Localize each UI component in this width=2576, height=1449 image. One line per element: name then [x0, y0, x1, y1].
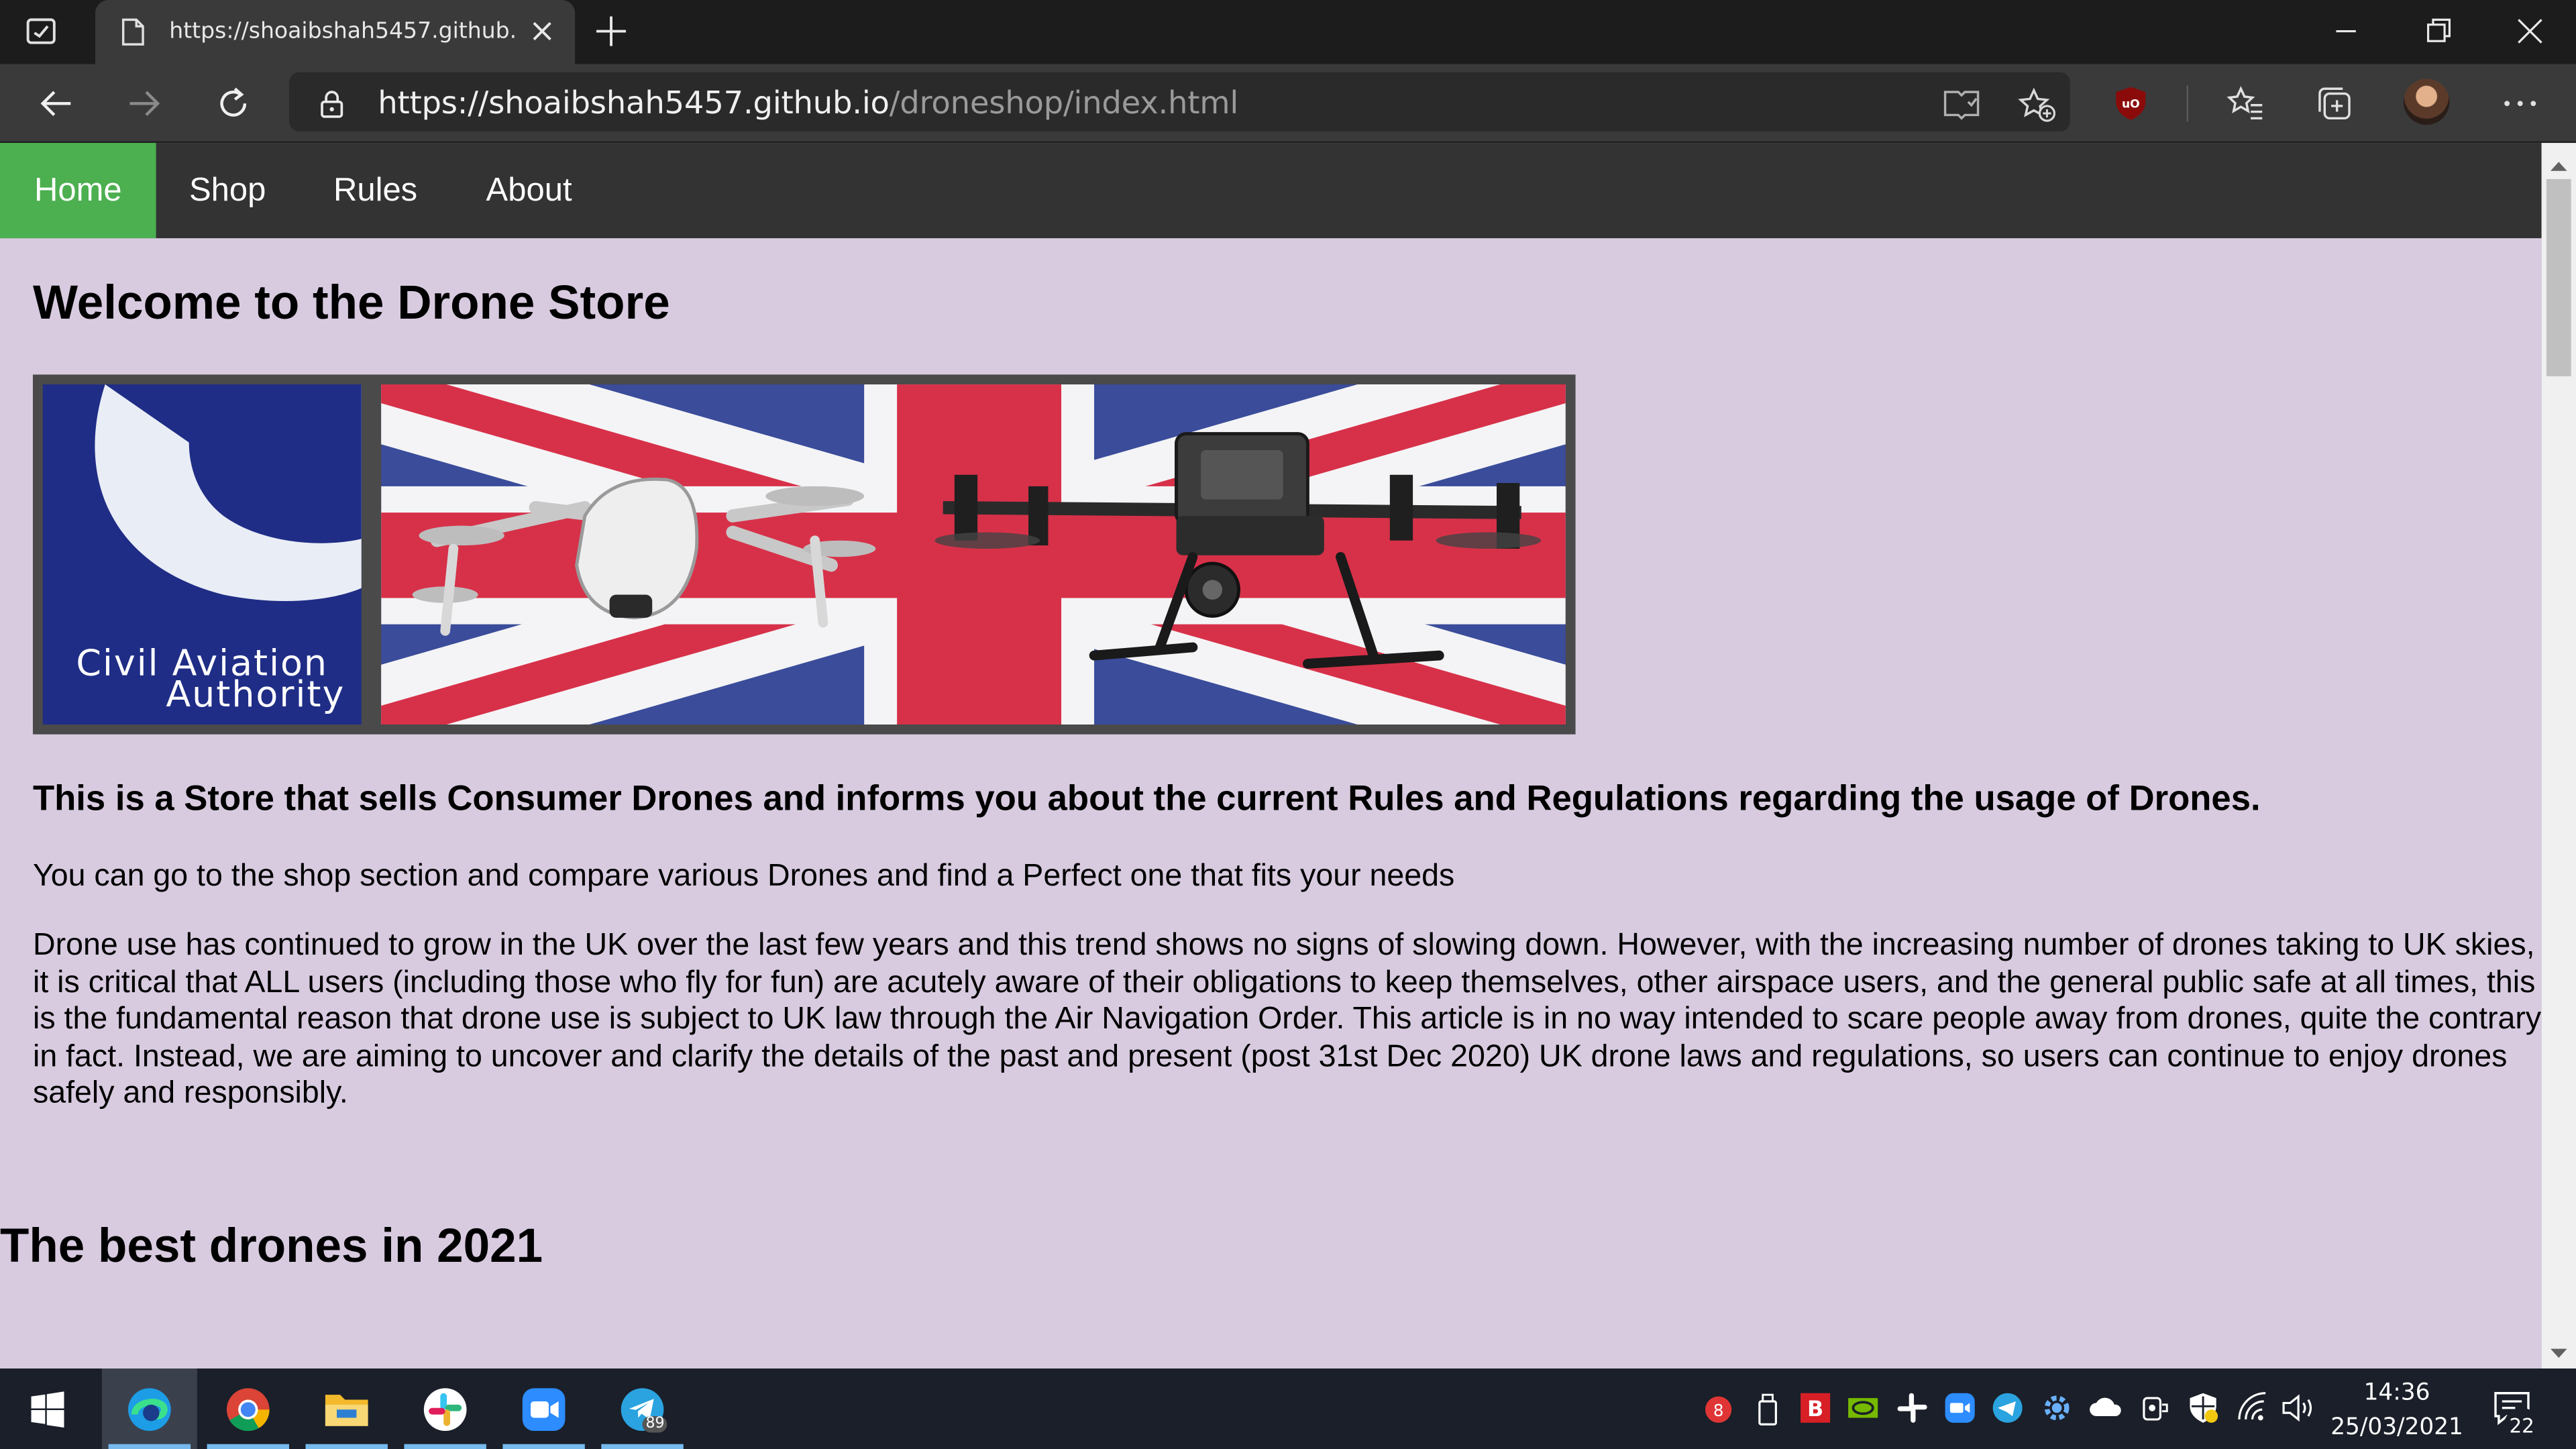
telegram-tray-icon[interactable] — [1991, 1391, 2024, 1432]
caa-logo-line2: Authority — [166, 673, 345, 715]
windows-start-icon[interactable] — [0, 1368, 95, 1449]
file-explorer-icon[interactable] — [299, 1368, 394, 1449]
url-text: https://shoaibshah5457.github.io/dronesh… — [378, 85, 1238, 121]
telegram-unread-badge: 89 — [642, 1416, 668, 1433]
volume-icon[interactable] — [2280, 1391, 2316, 1432]
page-scrollbar[interactable] — [2541, 143, 2576, 1369]
screen: https://shoaibshah5457.github.io/dronesh… — [0, 0, 2576, 1449]
refresh-icon[interactable] — [213, 84, 253, 131]
favorites-icon[interactable] — [2226, 84, 2265, 131]
clock-date: 25/03/2021 — [2330, 1414, 2463, 1441]
browser-toolbar: https://shoaibshah5457.github.io/dronesh… — [0, 64, 2576, 142]
scroll-down-icon[interactable] — [2550, 1339, 2568, 1368]
union-flag — [381, 384, 1566, 725]
settings-gear-icon[interactable] — [2041, 1391, 2074, 1432]
onedrive-icon[interactable] — [2088, 1391, 2125, 1432]
banner-graphic: Civil Aviation Authority — [42, 384, 1566, 725]
edge-icon[interactable] — [101, 1368, 197, 1449]
url-host: https://shoaibshah5457.github.io — [378, 85, 890, 122]
nav-about[interactable]: About — [451, 143, 606, 238]
notification-count: 22 — [2504, 1407, 2540, 1444]
site-nav: Home Shop Rules About — [0, 143, 2542, 239]
forward-icon[interactable] — [125, 84, 164, 131]
shop-intro-text: You can go to the shop section and compa… — [32, 859, 1455, 894]
nvidia-icon[interactable] — [1847, 1391, 1880, 1432]
tab-close-icon[interactable] — [529, 15, 555, 52]
minimize-icon[interactable] — [2330, 15, 2363, 56]
browser-tab[interactable]: https://shoaibshah5457.github.io/dronesh… — [95, 0, 576, 64]
scroll-up-icon[interactable] — [2550, 151, 2568, 180]
tray-app-icon[interactable]: 8 — [1704, 1391, 1733, 1436]
chrome-icon[interactable] — [201, 1368, 296, 1449]
caa-logo: Civil Aviation Authority — [42, 384, 362, 725]
collections-icon[interactable] — [2315, 84, 2355, 131]
zoom-icon[interactable] — [496, 1368, 592, 1449]
tray-red-b-icon[interactable]: B — [1799, 1391, 1832, 1432]
zoom-tray-icon[interactable] — [1943, 1391, 1976, 1432]
page-icon — [121, 18, 144, 51]
wifi-icon[interactable] — [2236, 1391, 2269, 1432]
clock[interactable]: 14:36 25/03/2021 — [2326, 1377, 2468, 1446]
svg-text:8: 8 — [1713, 1401, 1724, 1420]
tab-actions-icon[interactable] — [23, 13, 59, 50]
page-title: Welcome to the Drone Store — [32, 277, 670, 331]
slack-tray-icon[interactable] — [1896, 1391, 1929, 1432]
tab-title: https://shoaibshah5457.github.io/dronesh… — [169, 17, 517, 45]
back-icon[interactable] — [36, 84, 76, 131]
scrollbar-thumb[interactable] — [2546, 178, 2571, 376]
nav-rules[interactable]: Rules — [299, 143, 452, 238]
regulations-paragraph: Drone use has continued to grow in the U… — [32, 928, 2542, 1111]
svg-text:uO: uO — [2122, 97, 2140, 111]
usb-device-icon[interactable] — [1753, 1391, 1782, 1436]
slack-icon[interactable] — [398, 1368, 493, 1449]
web-page: Home Shop Rules About Welcome to the Dro… — [0, 143, 2542, 1369]
address-bar[interactable]: https://shoaibshah5457.github.io/dronesh… — [289, 72, 2070, 131]
best-drones-heading: The best drones in 2021 — [0, 1220, 543, 1273]
nav-shop[interactable]: Shop — [156, 143, 299, 238]
banner-image: Civil Aviation Authority — [32, 374, 1576, 735]
more-menu-icon[interactable] — [2500, 84, 2540, 131]
browser-tab-bar: https://shoaibshah5457.github.io/dronesh… — [0, 0, 2576, 64]
new-tab-icon[interactable] — [593, 13, 629, 58]
windows-taskbar: 89 8 B 14:36 25/03/2021 22 — [0, 1368, 2576, 1449]
intro-heading: This is a Store that sells Consumer Dron… — [32, 778, 2261, 818]
ublock-origin-icon[interactable]: uO — [2112, 85, 2149, 129]
add-favorite-icon[interactable] — [2017, 87, 2057, 131]
immersive-reader-icon[interactable] — [1942, 87, 1982, 128]
tray-device-icon[interactable] — [2137, 1391, 2170, 1432]
telegram-icon[interactable]: 89 — [595, 1368, 690, 1449]
security-shield-icon[interactable] — [2187, 1391, 2220, 1432]
close-window-icon[interactable] — [2514, 15, 2546, 56]
clock-time: 14:36 — [2363, 1380, 2430, 1407]
toolbar-separator — [2186, 85, 2189, 122]
svg-text:B: B — [1807, 1396, 1823, 1421]
profile-avatar[interactable] — [2403, 78, 2450, 125]
nav-home[interactable]: Home — [0, 143, 156, 239]
lock-icon[interactable] — [319, 89, 345, 126]
restore-icon[interactable] — [2422, 15, 2455, 56]
url-path: /droneshop/index.html — [889, 85, 1239, 122]
